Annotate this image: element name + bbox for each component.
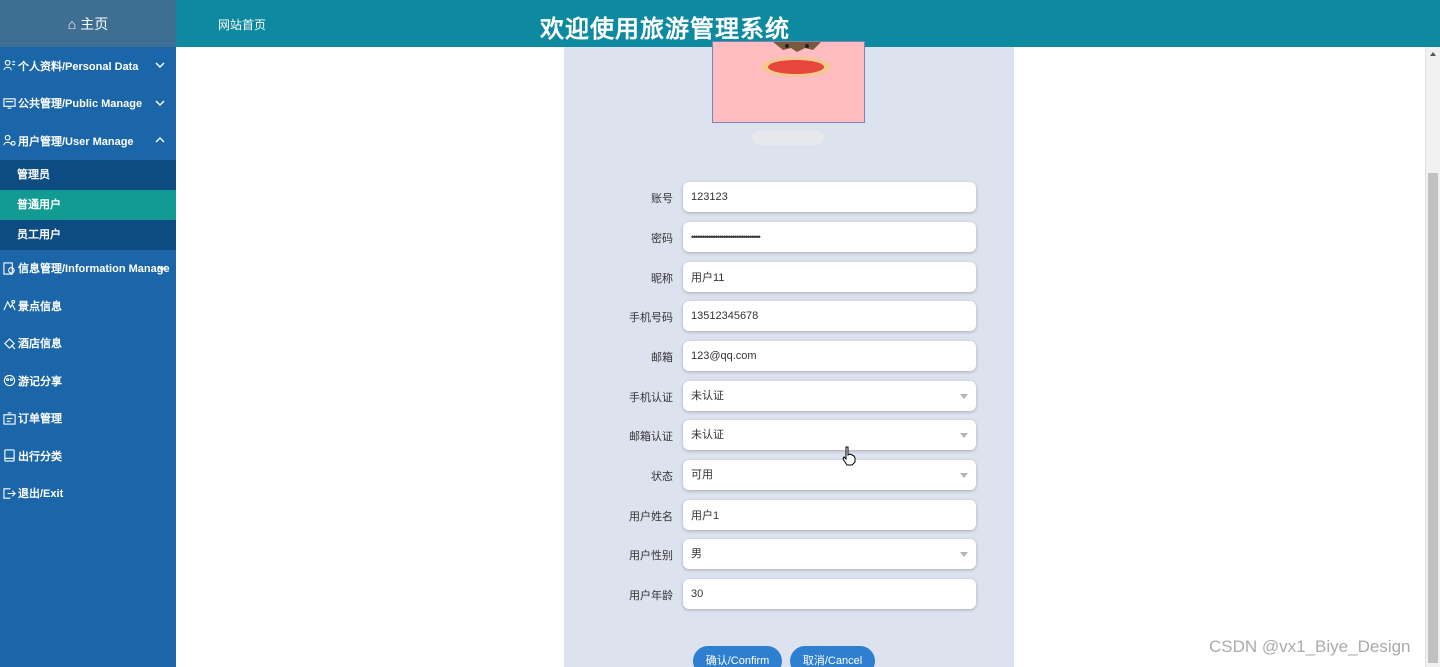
sidebar-item-label: 游记分享 [18,375,62,388]
sidebar-item-label: 订单管理 [18,413,62,426]
sidebar-item-public-manage[interactable]: 公共管理/Public Manage [0,85,176,123]
home-label: 主页 [80,15,109,32]
confirm-button[interactable]: 确认/Confirm [693,646,782,667]
age-label: 用户年龄 [629,590,673,602]
share-icon [2,374,16,388]
page-title: 欢迎使用旅游管理系统 [540,16,790,43]
age-input[interactable] [683,579,976,609]
status-label: 状态 [651,471,673,483]
status-select[interactable]: 可用 [683,460,976,490]
email-verify-select[interactable]: 未认证 [683,420,976,450]
phone-label: 手机号码 [629,312,673,324]
password-label: 密码 [651,233,673,245]
password-input[interactable] [683,222,976,252]
gender-select[interactable]: 男 [683,539,976,569]
hand-cursor-icon [842,446,856,466]
caret-down-icon [960,394,968,399]
sidebar: 个人资料/Personal Data 公共管理/Public Manage 用户… [0,47,176,667]
category-icon [2,449,16,463]
form-row-nickname: 昵称 [564,262,1014,292]
scroll-up-arrow-icon[interactable] [1430,52,1436,56]
form-row-email-verify: 邮箱认证 未认证 [564,420,1014,450]
caret-down-icon [960,473,968,478]
site-home-link[interactable]: 网站首页 [218,16,266,33]
gender-value: 男 [691,548,702,560]
email-input[interactable] [683,341,976,371]
hotel-icon [2,336,16,350]
sidebar-item-label: 个人资料/Personal Data [18,60,139,73]
form-row-password: 密码 [564,222,1014,252]
top-bar: ⌂ 主页 网站首页 欢迎使用旅游管理系统 [0,0,1440,47]
avatar-image [761,42,831,77]
submenu-item-staff-user[interactable]: 员工用户 [0,220,176,250]
upload-button[interactable] [752,131,824,145]
form-row-phone-verify: 手机认证 未认证 [564,381,1014,411]
exit-icon [2,486,16,500]
submenu-item-regular-user[interactable]: 普通用户 [0,189,176,220]
sidebar-item-exit[interactable]: 退出/Exit [0,475,176,513]
sidebar-item-travel-category[interactable]: 出行分类 [0,437,176,475]
sidebar-item-label: 退出/Exit [18,488,64,501]
order-icon [2,411,16,425]
caret-down-icon [960,552,968,557]
form-row-status: 状态 可用 [564,460,1014,490]
avatar[interactable] [712,41,865,123]
gear-doc-icon [2,261,16,275]
sidebar-item-order-manage[interactable]: 订单管理 [0,400,176,438]
home-icon: ⌂ [67,15,77,32]
email-verify-value: 未认证 [691,429,724,441]
phone-verify-label: 手机认证 [629,392,673,404]
form-row-email: 邮箱 [564,341,1014,371]
sidebar-item-scenic[interactable]: 景点信息 [0,287,176,325]
page-scrollbar[interactable] [1425,47,1440,667]
real-name-input[interactable] [683,500,976,530]
form-row-gender: 用户性别 男 [564,539,1014,569]
nickname-label: 昵称 [651,273,673,285]
form-row-phone: 手机号码 [564,301,1014,331]
phone-verify-value: 未认证 [691,390,724,402]
form-row-age: 用户年龄 [564,579,1014,609]
form-row-account: 账号 [564,182,1014,212]
chevron-up-icon [155,137,165,143]
sidebar-item-label: 信息管理/Information Manage [18,263,170,276]
chevron-down-icon [155,100,165,106]
email-label: 邮箱 [651,352,673,364]
account-label: 账号 [651,193,673,205]
cancel-button[interactable]: 取消/Cancel [790,646,875,667]
sidebar-item-label: 景点信息 [18,300,62,313]
user-manage-submenu: 管理员 普通用户 员工用户 [0,159,176,250]
scenic-icon [2,299,16,313]
email-verify-label: 邮箱认证 [629,431,673,443]
chevron-down-icon [157,265,167,271]
edit-user-form-panel: 账号 密码 昵称 手机号码 邮箱 手机认证 未认证 邮箱认证 未认证 状态 可用 [564,41,1014,667]
watermark: CSDN @vx1_Biye_Design [1209,637,1411,656]
home-tab[interactable]: ⌂ 主页 [0,0,176,47]
account-input[interactable] [683,182,976,212]
gender-label: 用户性别 [629,550,673,562]
chevron-down-icon [155,62,165,68]
user-card-icon [2,59,16,73]
users-icon [2,134,16,148]
sidebar-item-user-manage[interactable]: 用户管理/User Manage [0,122,176,160]
monitor-icon [2,96,16,110]
status-value: 可用 [691,469,713,481]
nickname-input[interactable] [683,262,976,292]
caret-down-icon [960,433,968,438]
sidebar-item-information-manage[interactable]: 信息管理/Information Manage [0,250,176,288]
form-row-real-name: 用户姓名 [564,500,1014,530]
phone-verify-select[interactable]: 未认证 [683,381,976,411]
real-name-label: 用户姓名 [629,511,673,523]
sidebar-item-travel-share[interactable]: 游记分享 [0,362,176,400]
sidebar-item-hotel[interactable]: 酒店信息 [0,325,176,363]
sidebar-item-label: 酒店信息 [18,338,62,351]
submenu-item-admin[interactable]: 管理员 [0,160,176,190]
phone-input[interactable] [683,301,976,331]
sidebar-item-label: 公共管理/Public Manage [18,98,143,111]
sidebar-item-label: 用户管理/User Manage [18,135,134,148]
sidebar-item-label: 出行分类 [18,450,62,463]
sidebar-item-personal-data[interactable]: 个人资料/Personal Data [0,47,176,85]
scrollbar-thumb[interactable] [1428,173,1438,663]
